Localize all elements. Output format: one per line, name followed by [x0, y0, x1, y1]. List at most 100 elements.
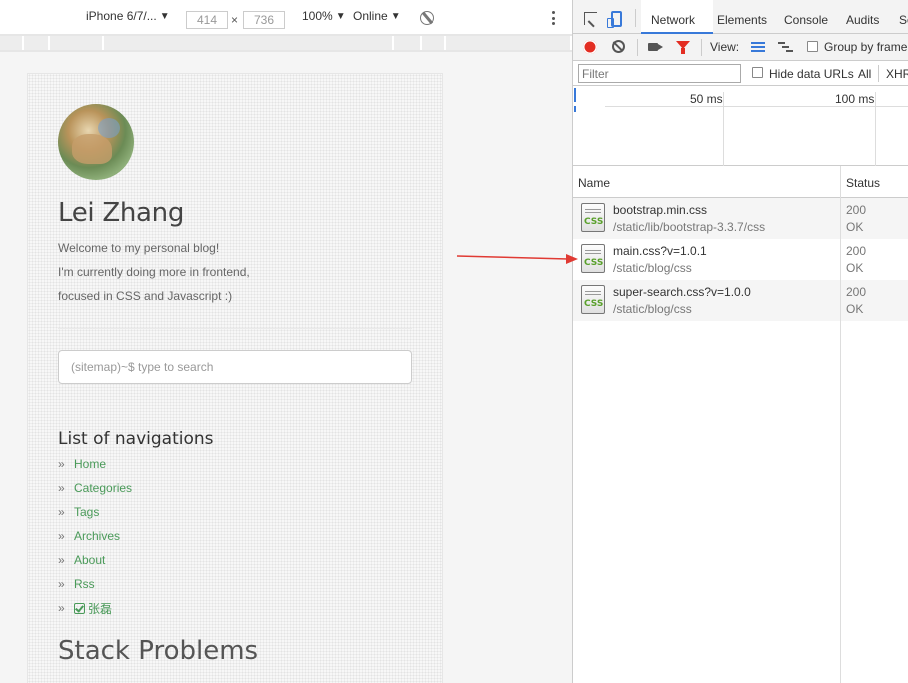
bullet: » [58, 553, 65, 567]
overview-icon[interactable] [778, 42, 793, 52]
column-header-status[interactable]: Status [846, 176, 880, 190]
device-viewport: iPhone 6/7/... ▼ 414 × 736 100% ▼ Online… [0, 0, 572, 683]
divider [58, 328, 412, 329]
nav-item-categories: » Categories [58, 476, 132, 500]
hide-data-urls-label: Hide data URLs [769, 67, 854, 81]
check-square-icon [74, 602, 85, 614]
timeline-gridline [875, 92, 876, 166]
tab-console[interactable]: Console [784, 13, 828, 27]
bullet: » [58, 481, 65, 495]
rotate-icon[interactable] [420, 11, 434, 25]
nav-item-about: » About [58, 548, 132, 572]
blog-title: Lei Zhang [58, 198, 185, 228]
screenshot-root: iPhone 6/7/... ▼ 414 × 736 100% ▼ Online… [0, 0, 908, 683]
tab-audits[interactable]: Audits [846, 13, 879, 27]
bio-line: focused in CSS and Javascript :) [58, 289, 233, 303]
filter-bar: Hide data URLs All XHR [573, 61, 908, 86]
media-query-bar [0, 34, 572, 52]
filter-separator [878, 65, 879, 82]
bio-line: Welcome to my personal blog! [58, 241, 220, 255]
record-icon[interactable] [583, 40, 597, 54]
tab-elements[interactable]: Elements [717, 13, 767, 27]
timeline-gridline [723, 92, 724, 166]
group-by-frame-checkbox[interactable] [807, 41, 818, 52]
request-path: /static/lib/bootstrap-3.3.7/css [613, 220, 766, 234]
request-path: /static/blog/css [613, 261, 692, 275]
section-title: Stack Problems [58, 636, 259, 666]
nav-list: » Home » Categories » Tags » Archives » About… [58, 452, 132, 620]
request-status: 200 [846, 203, 867, 217]
media-query-segment[interactable] [104, 36, 394, 50]
height-input[interactable]: 736 [243, 11, 285, 29]
media-query-segment[interactable] [394, 36, 422, 50]
devtools-tabbar: Network Elements Console Audits So [573, 0, 908, 34]
device-caret-icon: ▼ [159, 10, 170, 22]
toolbar-separator [701, 39, 702, 56]
width-input[interactable]: 414 [186, 11, 228, 29]
css-file-icon: CSS [581, 203, 605, 232]
filter-all[interactable]: All [858, 67, 871, 81]
nav-item-rss: » Rss [58, 572, 132, 596]
clear-icon[interactable] [612, 40, 625, 53]
device-select[interactable]: iPhone 6/7/... ▼ [86, 9, 170, 23]
filter-xhr[interactable]: XHR [886, 67, 908, 81]
tab-sources[interactable]: So [899, 13, 908, 27]
tab-network[interactable]: Network [641, 0, 713, 34]
file-type-label: CSS [584, 217, 604, 227]
timeline-label: 100 ms [835, 92, 875, 106]
nav-link-categories[interactable]: Categories [74, 481, 132, 495]
request-status-text: OK [846, 220, 864, 234]
timeline-marker [574, 88, 576, 102]
bullet: » [58, 601, 65, 615]
timeline-marker [574, 106, 576, 112]
avatar [58, 104, 134, 180]
throttle-select[interactable]: Online ▼ [353, 9, 401, 23]
media-query-segment[interactable] [50, 36, 104, 50]
table-row[interactable]: CSS super-search.css?v=1.0.0 /static/blo… [573, 280, 908, 321]
timeline-overview[interactable]: 50 ms 100 ms [573, 86, 908, 166]
nav-link-profile[interactable]: 张磊 [88, 600, 112, 617]
filter-icon[interactable] [676, 41, 690, 54]
zoom-caret-icon: ▼ [335, 10, 346, 22]
nav-link-archives[interactable]: Archives [74, 529, 120, 543]
media-query-segment[interactable] [24, 36, 50, 50]
hide-data-urls-checkbox[interactable] [752, 67, 763, 78]
network-toolbar: View: Group by frame [573, 34, 908, 61]
view-label: View: [710, 40, 740, 54]
bullet: » [58, 529, 65, 543]
emulated-page: Lei Zhang Welcome to my personal blog! I… [27, 73, 443, 683]
media-query-segment[interactable] [422, 36, 446, 50]
throttle-caret-icon: ▼ [390, 10, 401, 22]
device-mode-icon[interactable] [607, 11, 622, 28]
more-options-icon[interactable] [551, 11, 555, 25]
zoom-select[interactable]: 100% ▼ [302, 9, 346, 23]
search-input[interactable] [58, 350, 412, 384]
bullet: » [58, 457, 65, 471]
request-status: 200 [846, 244, 867, 258]
nav-link-about[interactable]: About [74, 553, 105, 567]
nav-heading: List of navigations [58, 429, 214, 449]
table-row[interactable]: CSS main.css?v=1.0.1 /static/blog/css 20… [573, 239, 908, 280]
list-view-icon[interactable] [751, 42, 765, 52]
nav-link-tags[interactable]: Tags [74, 505, 99, 519]
table-row[interactable]: CSS bootstrap.min.css /static/lib/bootst… [573, 198, 908, 239]
device-toolbar: iPhone 6/7/... ▼ 414 × 736 100% ▼ Online… [0, 0, 572, 34]
filter-input[interactable] [578, 64, 741, 83]
inspect-element-icon[interactable] [584, 12, 597, 25]
throttle-value: Online [353, 9, 388, 23]
group-by-frame-label: Group by frame [824, 40, 908, 54]
nav-link-rss[interactable]: Rss [74, 577, 95, 591]
device-name: iPhone 6/7/... [86, 9, 157, 23]
nav-link-home[interactable]: Home [74, 457, 106, 471]
media-query-segment[interactable] [0, 36, 24, 50]
capture-screenshots-icon[interactable] [648, 43, 663, 51]
css-file-icon: CSS [581, 244, 605, 273]
column-divider[interactable] [840, 166, 841, 683]
request-path: /static/blog/css [613, 302, 692, 316]
column-header-name[interactable]: Name [578, 176, 610, 190]
file-type-label: CSS [584, 299, 604, 309]
nav-item-tags: » Tags [58, 500, 132, 524]
devtools-panel: Network Elements Console Audits So View:… [572, 0, 908, 683]
bio-line: I'm currently doing more in frontend, [58, 265, 250, 279]
media-query-segment[interactable] [446, 36, 572, 50]
